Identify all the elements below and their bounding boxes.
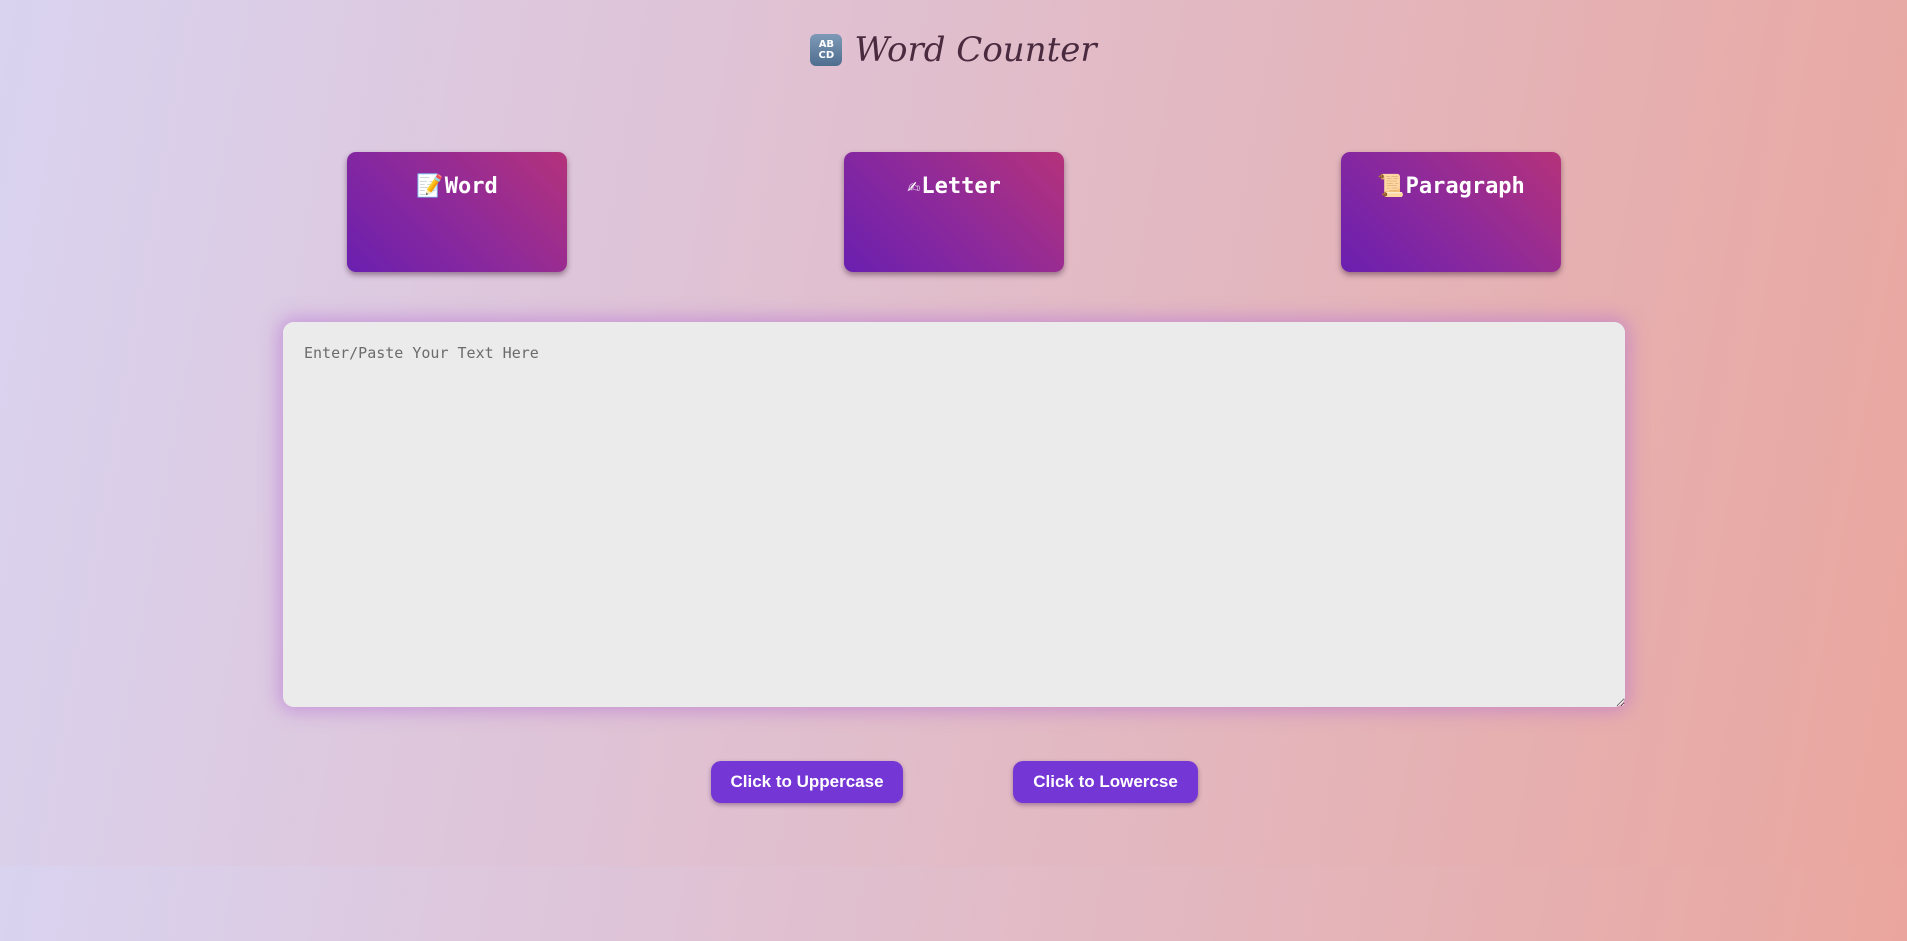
text-editor-container <box>283 322 1625 707</box>
word-card-label: Word <box>444 174 498 199</box>
text-input-area[interactable] <box>283 322 1625 707</box>
lowercase-button[interactable]: Click to Lowercse <box>1013 761 1198 803</box>
page-background: AB CD Word Counter 📝Word ✍Letter 📜Paragr… <box>0 0 1907 866</box>
abcd-input-icon: AB CD <box>810 34 843 66</box>
uppercase-button[interactable]: Click to Uppercase <box>711 761 903 803</box>
page-footer-area <box>0 866 1907 941</box>
letter-count-card: ✍Letter <box>844 152 1064 272</box>
writing-hand-icon: ✍ <box>907 174 921 199</box>
memo-icon: 📝 <box>416 174 444 199</box>
title-text: Word Counter <box>854 30 1097 70</box>
paragraph-count-card: 📜Paragraph <box>1341 152 1561 272</box>
paragraph-card-label: Paragraph <box>1405 174 1525 199</box>
scroll-icon: 📜 <box>1377 174 1405 199</box>
letter-card-label: Letter <box>921 174 1001 199</box>
page-title: AB CD Word Counter <box>0 30 1907 70</box>
word-count-card: 📝Word <box>347 152 567 272</box>
